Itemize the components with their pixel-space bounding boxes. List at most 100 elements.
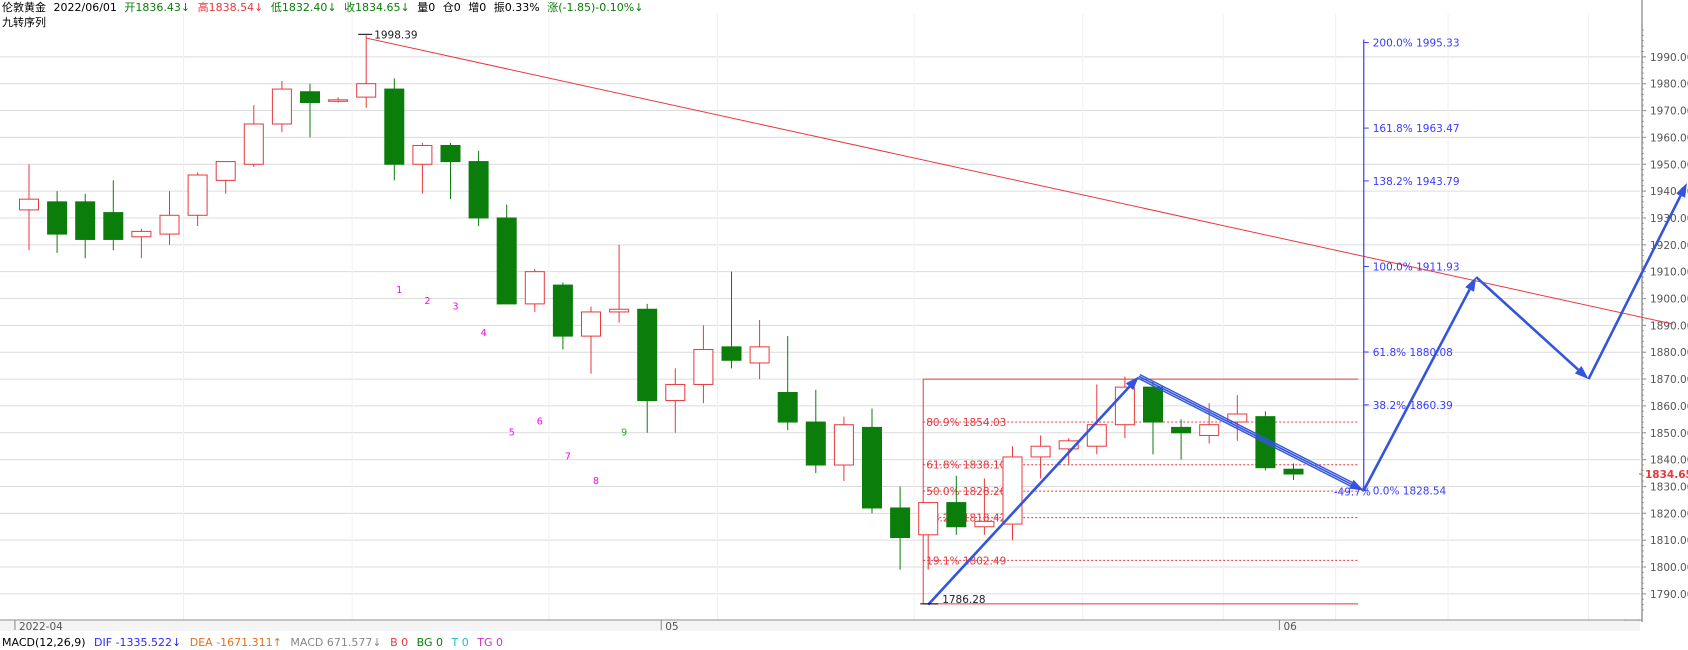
current-price-label: 1834.65 bbox=[1645, 469, 1688, 481]
y-tick-label: 1960.00 bbox=[1650, 132, 1688, 144]
y-tick-label: 1950.00 bbox=[1650, 159, 1688, 171]
y-tick-label: 1830.00 bbox=[1650, 481, 1688, 493]
fib-ext-label: 61.8% 1880.08 bbox=[1373, 347, 1453, 359]
price-axis: 1790.00 1800.00 1810.00 1820.00 1830.00 1840.… bbox=[1624, 0, 1688, 631]
candle bbox=[609, 244, 630, 323]
candlestick-chart[interactable]: 1790.001800.001810.001820.001830.001840.… bbox=[0, 0, 1688, 636]
fib-ext-label: 0.0% 1828.54 bbox=[1373, 485, 1447, 497]
candle-body bbox=[243, 123, 264, 165]
candle-body bbox=[271, 88, 292, 125]
candle bbox=[524, 268, 545, 312]
macd-t: T 0 bbox=[451, 636, 469, 649]
time-axis: 2022-04 05 06 bbox=[0, 619, 1642, 633]
macd-value: MACD 671.577↓ bbox=[290, 636, 382, 649]
candle bbox=[412, 142, 433, 194]
macd-tg: TG 0 bbox=[477, 636, 503, 649]
y-tick-label: 1860.00 bbox=[1650, 401, 1688, 413]
candle-body bbox=[19, 198, 39, 211]
candle bbox=[1143, 381, 1163, 455]
candle-body bbox=[552, 284, 573, 337]
candle bbox=[496, 204, 517, 305]
y-tick-label: 1990.00 bbox=[1650, 52, 1688, 64]
candle-body bbox=[833, 424, 854, 466]
sequence-label: 4 bbox=[481, 328, 487, 339]
candle bbox=[946, 475, 967, 535]
candle-body bbox=[468, 161, 489, 219]
candle bbox=[581, 306, 601, 374]
candle-body bbox=[440, 144, 461, 163]
y-tick-label: 1880.00 bbox=[1650, 347, 1688, 359]
sequence-label: 1 bbox=[396, 285, 402, 296]
macd-bg: BG 0 bbox=[416, 636, 443, 649]
arrow-shaft bbox=[1475, 276, 1580, 371]
candle bbox=[1030, 435, 1051, 479]
candle bbox=[721, 271, 742, 369]
macd-dea: DEA -1671.311↑ bbox=[189, 636, 282, 649]
arrow-shaft bbox=[1137, 377, 1351, 487]
candle bbox=[1227, 395, 1248, 441]
fib-ext-label: 38.2% 1860.39 bbox=[1373, 400, 1453, 412]
candle-body bbox=[215, 161, 236, 181]
candle-body bbox=[721, 346, 742, 361]
fib-ext-label: 138.2% 1943.79 bbox=[1373, 176, 1460, 188]
candle-body bbox=[384, 88, 405, 165]
candle bbox=[890, 486, 911, 570]
candle bbox=[693, 325, 714, 404]
chart-grid bbox=[0, 14, 1640, 620]
candle-body bbox=[300, 91, 320, 104]
x-axis-strip bbox=[0, 621, 1640, 631]
candle bbox=[384, 78, 405, 181]
candle-body bbox=[496, 217, 517, 305]
forecast-arrow bbox=[1362, 277, 1477, 492]
candle-body bbox=[918, 502, 939, 536]
candle-body bbox=[524, 271, 545, 305]
y-tick-label: 1790.00 bbox=[1650, 589, 1688, 601]
y-tick-label: 1890.00 bbox=[1650, 320, 1688, 332]
pct-label: -49.7% bbox=[1334, 486, 1371, 498]
candle-body bbox=[946, 502, 967, 528]
y-tick-label: 1900.00 bbox=[1650, 294, 1688, 306]
candle-body bbox=[187, 174, 208, 216]
candle-body bbox=[328, 99, 349, 102]
y-tick-label: 1910.00 bbox=[1650, 267, 1688, 279]
fib-level-label: 80.9% 1854.03 bbox=[926, 417, 1006, 429]
x-tick-label: 06 bbox=[1283, 621, 1297, 633]
candle bbox=[356, 35, 377, 108]
sequence-label: 9 bbox=[621, 427, 627, 438]
candle bbox=[243, 105, 264, 167]
candle-body bbox=[1171, 426, 1192, 434]
candle bbox=[47, 191, 68, 253]
trendline bbox=[366, 37, 1673, 325]
candle bbox=[805, 389, 826, 474]
candle-body bbox=[1143, 386, 1163, 423]
arrow-body bbox=[1138, 375, 1365, 492]
y-tick-label: 1820.00 bbox=[1650, 508, 1688, 520]
fib-level-label: 61.8% 1838.10 bbox=[926, 460, 1006, 472]
fib-ext-label: 200.0% 1995.33 bbox=[1373, 38, 1460, 50]
candle-body bbox=[103, 212, 124, 240]
candle bbox=[1086, 384, 1107, 455]
candle-body bbox=[890, 507, 911, 538]
candle bbox=[1171, 419, 1192, 460]
candle bbox=[271, 81, 292, 133]
forecast-arrow bbox=[1475, 276, 1589, 380]
macd-name: MACD(12,26,9) bbox=[2, 636, 86, 649]
candle bbox=[75, 193, 96, 259]
sequence-label: 2 bbox=[424, 296, 430, 307]
high-label: 1998.39 bbox=[374, 29, 417, 41]
candle bbox=[328, 97, 349, 103]
candle-body bbox=[1283, 468, 1304, 475]
candle bbox=[637, 303, 658, 433]
candle-body bbox=[356, 83, 377, 98]
candle-body bbox=[581, 311, 601, 337]
forecast-arrows bbox=[927, 183, 1687, 606]
y-tick-label: 1800.00 bbox=[1650, 562, 1688, 574]
candle bbox=[552, 282, 573, 350]
candle-body bbox=[693, 349, 714, 385]
candle bbox=[131, 228, 152, 259]
candle-body bbox=[609, 308, 630, 313]
fib-ext-label: 100.0% 1911.93 bbox=[1373, 261, 1460, 273]
candle-body bbox=[1030, 445, 1051, 458]
fib-retracement: 80.9% 1854.0361.8% 1838.1050.0% 1828.263… bbox=[922, 378, 1359, 605]
fib-level-label: 19.1% 1802.49 bbox=[926, 555, 1006, 567]
